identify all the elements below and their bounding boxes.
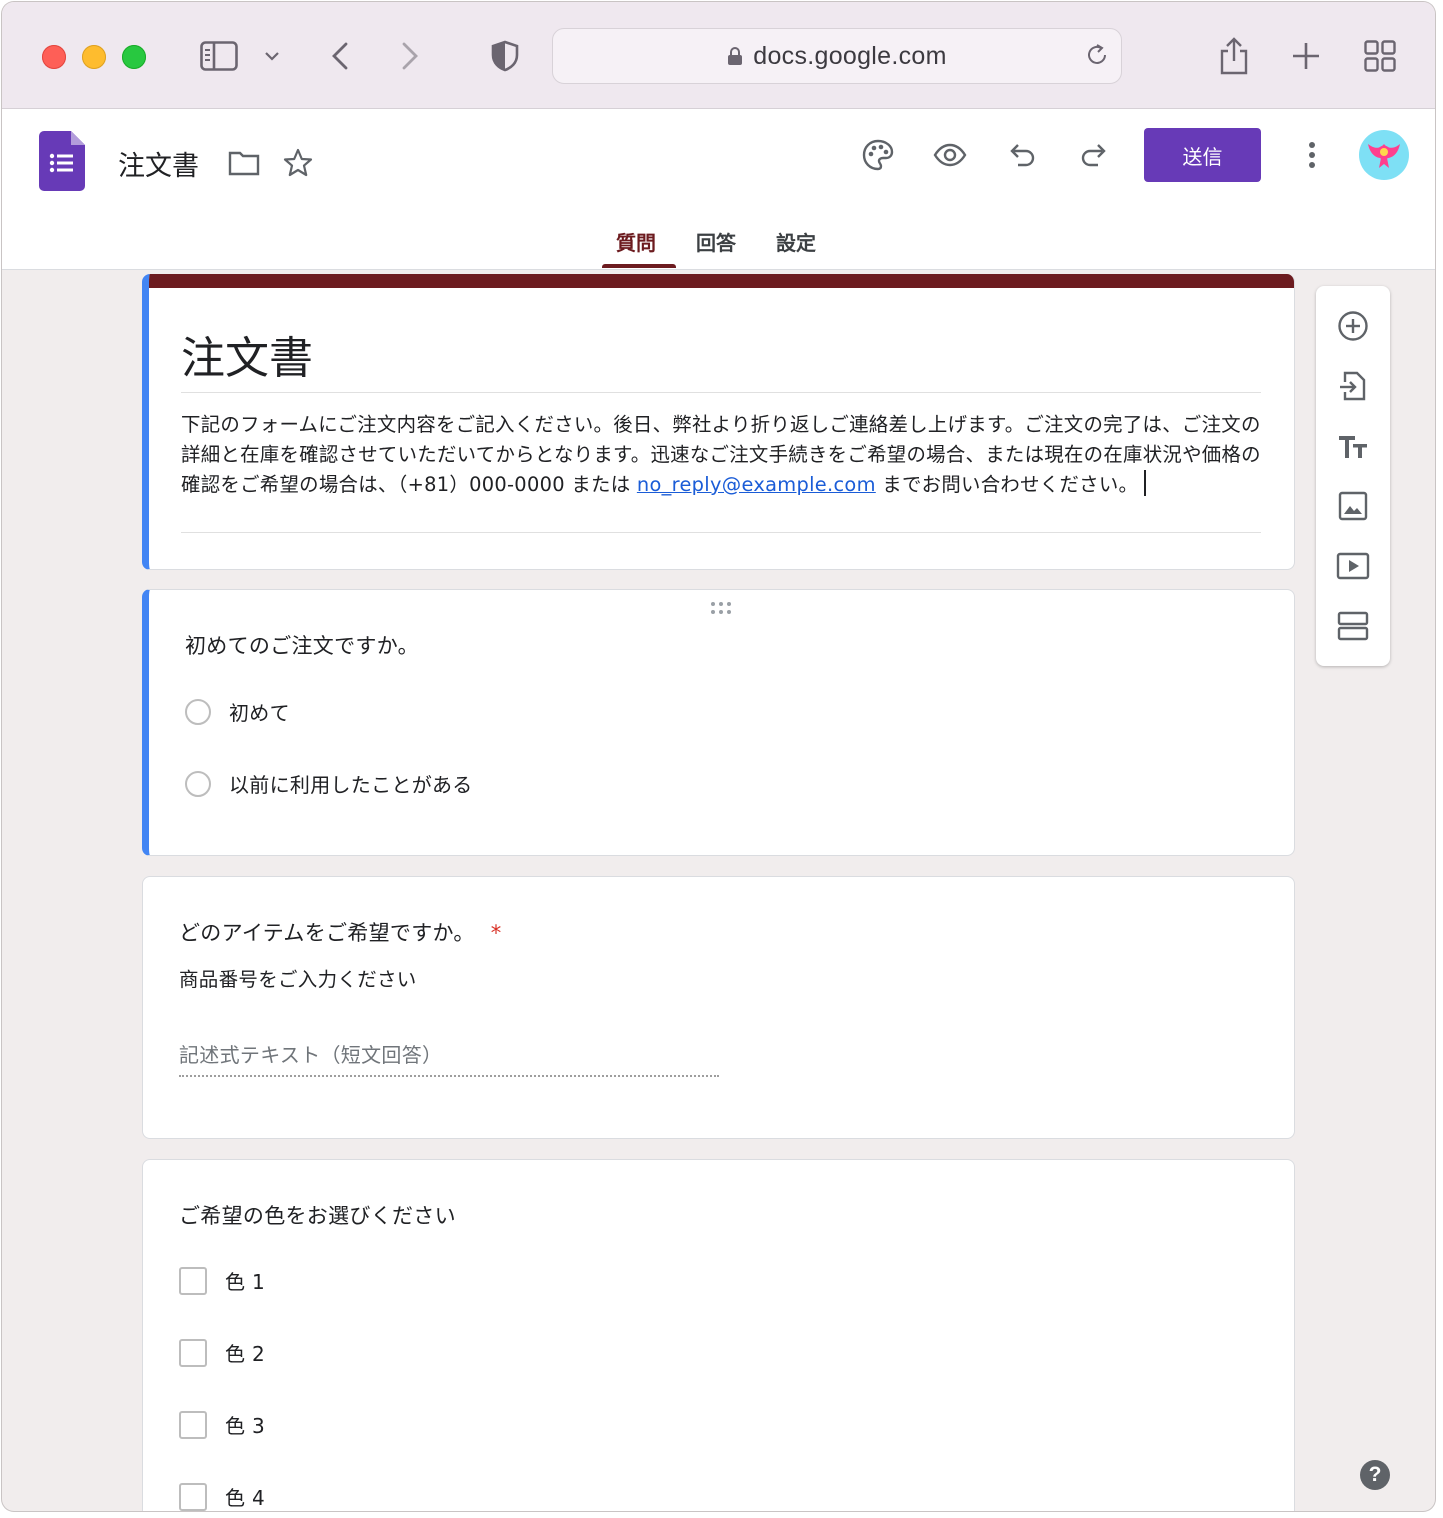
add-video-icon[interactable] — [1335, 548, 1371, 584]
forward-icon[interactable] — [394, 32, 426, 80]
lock-icon — [727, 46, 743, 66]
document-title[interactable]: 注文書 — [118, 144, 199, 183]
url-text: docs.google.com — [753, 41, 947, 70]
theme-color-bar — [149, 274, 1294, 288]
privacy-shield-icon[interactable] — [488, 32, 522, 80]
option-label: 以前に利用したことがある — [229, 773, 473, 797]
short-answer-placeholder: 記述式テキスト（短文回答） — [179, 1043, 443, 1067]
checkbox-option[interactable]: 色 3 — [179, 1410, 265, 1439]
add-section-icon[interactable] — [1335, 608, 1371, 644]
option-label: 色 2 — [225, 1342, 265, 1366]
checkbox[interactable] — [179, 1482, 207, 1511]
text-cursor — [1144, 470, 1147, 496]
share-icon[interactable] — [1214, 32, 1254, 80]
forms-header: 注文書 送信 質問 回答 設定 — [2, 109, 1435, 270]
active-tab-indicator — [602, 264, 676, 268]
zoom-window-button[interactable] — [122, 45, 146, 69]
drag-handle-icon[interactable] — [709, 600, 735, 620]
short-answer-underline — [179, 1075, 719, 1077]
sidebar-toggle-icon[interactable] — [196, 32, 242, 80]
question-description: 商品番号をご入力ください — [179, 968, 417, 991]
checkbox[interactable] — [179, 1410, 207, 1439]
option-label: 色 4 — [225, 1486, 265, 1510]
reload-icon[interactable] — [1085, 43, 1109, 71]
tab-overview-icon[interactable] — [1362, 32, 1398, 80]
question-title-text: どのアイテムをご希望ですか。 — [179, 921, 475, 945]
option-label: 色 3 — [225, 1414, 265, 1438]
radio-option[interactable]: 以前に利用したことがある — [185, 769, 473, 798]
address-bar[interactable]: docs.google.com — [552, 28, 1122, 84]
browser-window: docs.google.com 注文書 送信 質問 回答 設定 注文書 下記のフ… — [2, 2, 1435, 1511]
radio-option[interactable]: 初めて — [185, 697, 290, 726]
title-divider — [181, 392, 1261, 393]
chevron-down-icon[interactable] — [260, 32, 284, 80]
avatar[interactable] — [1359, 130, 1409, 180]
question-title[interactable]: 初めてのご注文ですか。 — [185, 630, 419, 660]
form-description[interactable]: 下記のフォームにご注文内容をご記入ください。後日、弊社より折り返しご連絡差し上げ… — [181, 410, 1263, 500]
checkbox[interactable] — [179, 1338, 207, 1367]
preview-eye-icon[interactable] — [930, 135, 970, 175]
option-label: 色 1 — [225, 1270, 265, 1294]
tab-settings[interactable]: 設定 — [776, 227, 816, 256]
minimize-window-button[interactable] — [82, 45, 106, 69]
question-card[interactable]: ご希望の色をお選びください 色 1 色 2 色 3 色 4 — [142, 1159, 1295, 1511]
radio-button[interactable] — [185, 698, 211, 725]
tab-responses[interactable]: 回答 — [696, 227, 736, 256]
add-title-icon[interactable] — [1335, 428, 1371, 464]
send-button[interactable]: 送信 — [1144, 128, 1261, 182]
checkbox-option[interactable]: 色 2 — [179, 1338, 265, 1367]
new-tab-icon[interactable] — [1288, 32, 1324, 80]
checkbox[interactable] — [179, 1266, 207, 1295]
undo-icon[interactable] — [1002, 135, 1042, 175]
more-options-icon[interactable] — [1292, 135, 1332, 175]
question-title[interactable]: どのアイテムをご希望ですか。 * — [179, 917, 502, 947]
required-asterisk: * — [490, 921, 502, 945]
checkbox-option[interactable]: 色 4 — [179, 1482, 265, 1511]
form-tabs: 質問 回答 設定 — [2, 221, 1435, 269]
help-icon[interactable]: ? — [1360, 1460, 1390, 1490]
add-question-icon[interactable] — [1335, 308, 1371, 344]
back-icon[interactable] — [324, 32, 356, 80]
checkbox-option[interactable]: 色 1 — [179, 1266, 265, 1295]
tab-questions[interactable]: 質問 — [616, 227, 656, 256]
option-label: 初めて — [229, 701, 290, 725]
close-window-button[interactable] — [42, 45, 66, 69]
browser-toolbar: docs.google.com — [2, 2, 1435, 109]
google-forms-logo-icon[interactable] — [39, 131, 85, 195]
import-questions-icon[interactable] — [1335, 368, 1371, 404]
add-image-icon[interactable] — [1335, 488, 1371, 524]
redo-icon[interactable] — [1074, 135, 1114, 175]
description-divider — [181, 532, 1261, 533]
side-toolbar — [1316, 286, 1390, 666]
star-icon[interactable] — [280, 145, 316, 181]
question-card[interactable]: 初めてのご注文ですか。 初めて 以前に利用したことがある — [142, 589, 1295, 856]
description-text-end: までお問い合わせください。 — [875, 473, 1139, 496]
form-title[interactable]: 注文書 — [181, 322, 313, 386]
folder-icon[interactable] — [226, 145, 262, 181]
email-link[interactable]: no_reply@example.com — [637, 473, 876, 496]
radio-button[interactable] — [185, 770, 211, 797]
form-title-card[interactable]: 注文書 下記のフォームにご注文内容をご記入ください。後日、弊社より折り返しご連絡… — [142, 274, 1295, 570]
question-title[interactable]: ご希望の色をお選びください — [179, 1200, 456, 1230]
palette-icon[interactable] — [858, 135, 898, 175]
question-card[interactable]: どのアイテムをご希望ですか。 * 商品番号をご入力ください 記述式テキスト（短文回… — [142, 876, 1295, 1139]
